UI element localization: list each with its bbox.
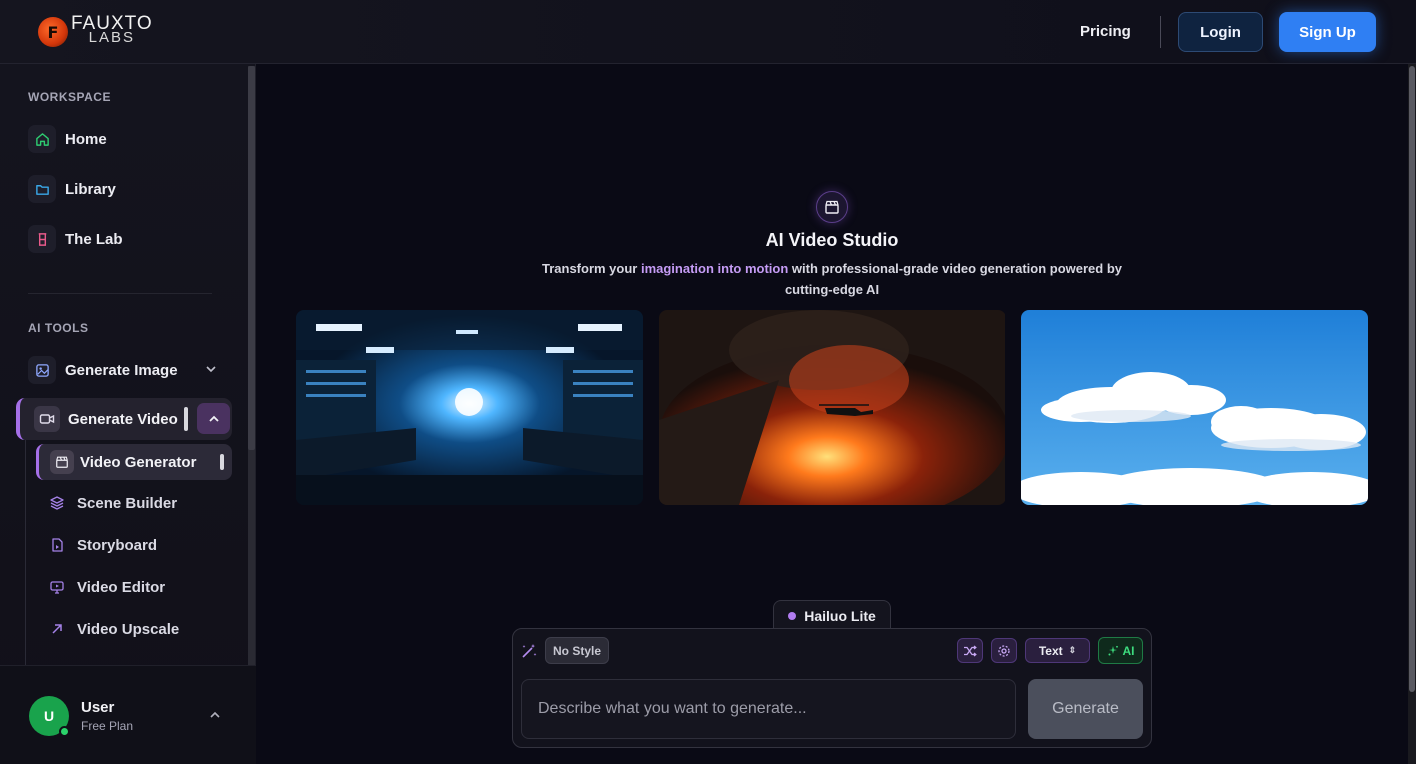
sidebar-divider [28,293,212,294]
magic-wand-icon[interactable] [520,642,538,660]
sidebar-item-generate-image[interactable]: Generate Image [28,356,220,384]
user-plan: Free Plan [81,719,134,733]
collapse-button[interactable] [197,403,230,434]
video-camera-icon [34,406,60,432]
sidebar-item-label: Video Upscale [77,620,180,638]
sidebar-item-label: Home [65,130,107,148]
mode-select[interactable]: Text ⇕ [1025,638,1090,663]
clapperboard-icon [50,450,74,474]
online-status-dot [59,726,70,737]
gear-icon [998,644,1010,657]
signup-button[interactable]: Sign Up [1279,12,1376,52]
sidebar-item-label: Scene Builder [77,494,178,512]
chevron-up-icon[interactable] [207,707,223,723]
sidebar-item-home[interactable]: Home [28,125,107,153]
chevron-up-icon [208,415,219,422]
settings-button[interactable] [991,638,1017,663]
model-selector[interactable]: Hailuo Lite [773,600,891,630]
example-video-thumbnail-volcano[interactable] [659,310,1006,505]
sidebar-scrollbar-thumb[interactable] [248,66,255,450]
monitor-icon [48,578,66,596]
subtitle-highlight: imagination into motion [640,261,789,276]
generate-button[interactable]: Generate [1028,679,1143,739]
login-button[interactable]: Login [1178,12,1263,52]
sidebar-item-generate-video[interactable]: Generate Video [16,398,232,440]
sidebar-item-label: Generate Image [65,361,178,379]
sidebar-item-library[interactable]: Library [28,175,116,203]
home-icon [28,125,56,153]
user-name: User [81,699,115,716]
ai-tools-section-label: AI TOOLS [28,321,89,335]
page-scrollbar-thumb[interactable] [1409,66,1415,692]
active-indicator [184,407,188,431]
sparkle-icon [1108,645,1118,655]
logo-mark-icon: F [38,17,68,47]
style-selector[interactable]: No Style [545,637,609,664]
sidebar-item-label: Generate Video [68,411,178,428]
sidebar-item-label: The Lab [65,230,123,248]
model-name: Hailuo Lite [804,607,876,624]
updown-chevron-icon: ⇕ [1068,645,1077,655]
sidebar-subitem-video-generator[interactable]: Video Generator [36,444,232,480]
sidebar-item-label: Library [65,180,116,198]
active-indicator [220,454,224,470]
workspace-section-label: WORKSPACE [28,90,111,104]
clapperboard-icon [816,191,848,223]
pricing-link[interactable]: Pricing [1080,23,1131,40]
page-title: AI Video Studio [765,230,899,250]
header-divider [1160,16,1161,48]
sidebar-subitem-video-editor[interactable]: Video Editor [48,578,165,596]
sidebar-item-label: Video Generator [80,454,197,471]
shuffle-icon [964,645,977,656]
document-icon [48,536,66,554]
brand-logo[interactable]: F FAUXTO LABS [38,14,153,47]
layers-icon [48,494,66,512]
mode-value: Text [1038,643,1063,658]
sidebar-item-label: Storyboard [77,536,158,554]
sidebar-subitem-video-upscale[interactable]: Video Upscale [48,620,179,638]
sidebar-item-the-lab[interactable]: The Lab [28,225,123,253]
page-subtitle: Transform your imagination into motion w… [541,261,1123,297]
sidebar-subitem-scene-builder[interactable]: Scene Builder [48,494,177,512]
ai-enhance-button[interactable]: AI [1098,637,1143,664]
arrow-up-right-icon [48,620,66,638]
prompt-input[interactable] [521,679,1016,739]
shuffle-button[interactable] [957,638,983,663]
sidebar-item-label: Video Editor [77,578,166,596]
chevron-down-icon [206,366,216,373]
example-video-thumbnail-clouds[interactable] [1021,310,1368,505]
image-icon [28,356,56,384]
folder-icon [28,175,56,203]
ai-label: AI [1122,643,1135,658]
submenu-tree-line [25,440,26,666]
example-video-thumbnail-server-room[interactable] [296,310,643,505]
model-status-dot [788,611,797,620]
sidebar-subitem-storyboard[interactable]: Storyboard [48,536,157,554]
flask-icon [28,225,56,253]
top-header: F FAUXTO LABS Pricing Login Sign Up [0,0,1416,64]
